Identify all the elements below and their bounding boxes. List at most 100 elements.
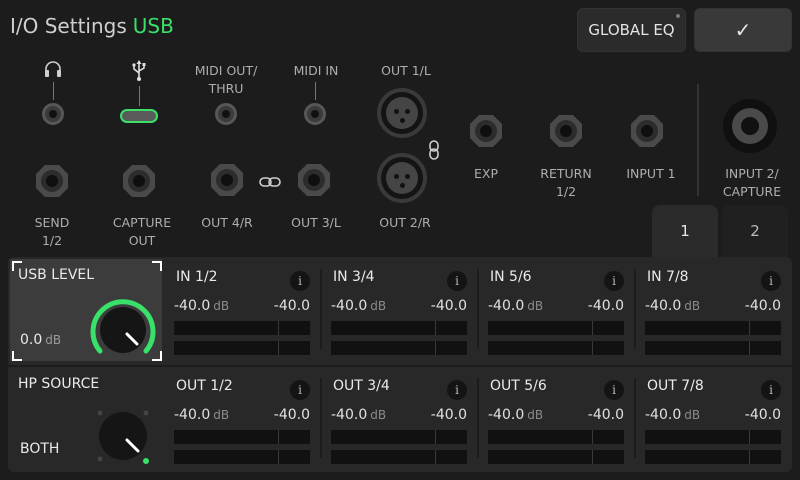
- level-value: -40.0: [645, 407, 682, 423]
- level-unit: dB: [370, 299, 387, 313]
- hp-source-value: BOTH: [20, 441, 60, 457]
- level-meter: [645, 430, 781, 444]
- input-2-combo-jack[interactable]: [723, 99, 777, 153]
- level-unit: dB: [213, 408, 230, 422]
- level-meter: [331, 430, 467, 444]
- out-3l-label: OUT 3/L: [291, 215, 341, 230]
- level-value: -40.0: [645, 298, 682, 314]
- send-label: SEND 1/2: [34, 215, 70, 248]
- send-jack[interactable]: [35, 164, 69, 198]
- input-name: IN 7/8: [647, 269, 689, 285]
- usb-level-label: USB LEVEL: [18, 267, 95, 283]
- level-meter: [488, 450, 624, 464]
- level-value: -40.0: [331, 407, 368, 423]
- output-level-right: -40.0: [744, 407, 781, 423]
- input-name: IN 5/6: [490, 269, 532, 285]
- tab-1-label: 1: [680, 222, 690, 240]
- usb-level-number: 0.0: [20, 332, 43, 348]
- level-meter: [331, 450, 467, 464]
- info-icon[interactable]: i: [290, 271, 310, 291]
- return-label: RETURN 1/2: [540, 166, 592, 199]
- info-icon[interactable]: i: [447, 380, 467, 400]
- input-1-jack[interactable]: [630, 114, 664, 148]
- input-level-right: -40.0: [587, 298, 624, 314]
- capture-out-label: CAPTURE OUT: [112, 215, 172, 248]
- level-unit: dB: [370, 408, 387, 422]
- output-level-right: -40.0: [430, 407, 467, 423]
- global-eq-button[interactable]: GLOBAL EQ: [577, 8, 686, 52]
- confirm-button[interactable]: ✓: [694, 8, 792, 52]
- level-value: -40.0: [331, 298, 368, 314]
- usb-c-port[interactable]: [120, 109, 158, 123]
- input-level-left: -40.0 dB: [174, 298, 229, 314]
- input-name: IN 1/2: [176, 269, 218, 285]
- out-2r-label: OUT 2/R: [379, 215, 431, 230]
- level-meter: [174, 430, 310, 444]
- input-level-right: -40.0: [273, 298, 310, 314]
- exp-jack[interactable]: [469, 114, 503, 148]
- output-group: OUT 7/8 i -40.0 dB -40.0: [639, 370, 785, 470]
- level-value: -40.0: [174, 407, 211, 423]
- info-icon[interactable]: i: [761, 380, 781, 400]
- level-value: -40.0: [488, 298, 525, 314]
- level-meter: [488, 321, 624, 335]
- exp-label: EXP: [474, 166, 498, 181]
- level-value: -40.0: [174, 298, 211, 314]
- output-name: OUT 1/2: [176, 378, 233, 394]
- info-icon[interactable]: i: [290, 380, 310, 400]
- out-4r-label: OUT 4/R: [201, 215, 253, 230]
- input-level-left: -40.0 dB: [331, 298, 386, 314]
- level-meter: [174, 321, 310, 335]
- level-meter: [331, 321, 467, 335]
- output-level-left: -40.0 dB: [331, 407, 386, 423]
- info-icon[interactable]: i: [761, 271, 781, 291]
- input-level-left: -40.0 dB: [488, 298, 543, 314]
- tab-2-label: 2: [750, 222, 760, 240]
- output-level-left: -40.0 dB: [174, 407, 229, 423]
- input-name: IN 3/4: [333, 269, 375, 285]
- midi-in-jack[interactable]: [304, 103, 326, 125]
- out-1l-xlr-jack[interactable]: [377, 88, 427, 138]
- out-1l-label: OUT 1/L: [381, 63, 431, 78]
- divider: [697, 84, 699, 196]
- output-name: OUT 3/4: [333, 378, 390, 394]
- out-2r-xlr-jack[interactable]: [377, 153, 427, 203]
- output-level-left: -40.0 dB: [488, 407, 543, 423]
- input-level-left: -40.0 dB: [645, 298, 700, 314]
- usb-icon: [132, 60, 146, 81]
- output-group: OUT 1/2 i -40.0 dB -40.0: [168, 370, 314, 470]
- info-icon[interactable]: i: [604, 380, 624, 400]
- output-name: OUT 5/6: [490, 378, 547, 394]
- output-group: OUT 3/4 i -40.0 dB -40.0: [325, 370, 471, 470]
- level-meter: [645, 341, 781, 355]
- level-meter: [488, 341, 624, 355]
- info-icon[interactable]: i: [604, 271, 624, 291]
- level-meter: [645, 450, 781, 464]
- output-name: OUT 7/8: [647, 378, 704, 394]
- return-jack[interactable]: [549, 114, 583, 148]
- level-meter: [645, 321, 781, 335]
- tab-1[interactable]: 1: [652, 205, 718, 257]
- headphones-icon: [45, 61, 61, 77]
- out-3l-jack[interactable]: [297, 163, 331, 197]
- input-group: IN 1/2 i -40.0 dB -40.0: [168, 261, 314, 361]
- midi-out-label: MIDI OUT/ THRU: [194, 63, 258, 96]
- level-meter: [488, 430, 624, 444]
- level-unit: dB: [684, 408, 701, 422]
- hp-source-knob[interactable]: [94, 407, 154, 467]
- input-group: IN 7/8 i -40.0 dB -40.0: [639, 261, 785, 361]
- midi-out-jack[interactable]: [215, 103, 237, 125]
- out-4r-jack[interactable]: [210, 163, 244, 197]
- capture-out-jack[interactable]: [122, 164, 156, 198]
- midi-in-label: MIDI IN: [293, 63, 339, 78]
- title-text: I/O Settings: [10, 14, 127, 38]
- page-title: I/O Settings USB: [10, 14, 174, 38]
- info-icon[interactable]: i: [447, 271, 467, 291]
- tab-2[interactable]: 2: [722, 205, 788, 257]
- headphone-jack[interactable]: [42, 103, 64, 125]
- level-unit: dB: [527, 299, 544, 313]
- output-level-right: -40.0: [273, 407, 310, 423]
- usb-level-unit: dB: [45, 333, 62, 347]
- usb-level-knob[interactable]: [88, 295, 158, 365]
- level-meter: [174, 341, 310, 355]
